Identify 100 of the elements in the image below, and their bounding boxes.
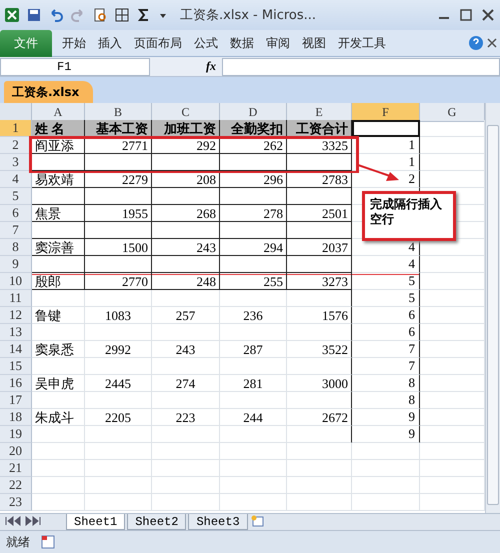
table-cell[interactable]: 1955 xyxy=(85,205,152,222)
table-cell[interactable]: 5 xyxy=(352,290,420,307)
row-header[interactable]: 7 xyxy=(0,222,32,239)
file-button[interactable]: 文件 xyxy=(0,30,52,56)
row-header[interactable]: 16 xyxy=(0,375,32,392)
row-header[interactable]: 12 xyxy=(0,307,32,324)
row-header[interactable]: 1 xyxy=(0,120,32,137)
table-cell[interactable]: 焦景 xyxy=(32,205,85,222)
save-icon[interactable] xyxy=(26,7,42,23)
empty-cell[interactable] xyxy=(152,222,220,239)
row-header[interactable]: 4 xyxy=(0,171,32,188)
table-cell[interactable]: 全勤奖扣 xyxy=(220,120,287,137)
ribbon-tab[interactable]: 插入 xyxy=(92,30,128,56)
formula-input[interactable] xyxy=(222,58,500,76)
table-cell[interactable]: 274 xyxy=(152,375,220,392)
table-cell[interactable]: 6 xyxy=(352,307,420,324)
table-cell[interactable]: 3522 xyxy=(287,341,352,358)
table-cell[interactable]: 姓 名 xyxy=(32,120,85,137)
row-header[interactable]: 19 xyxy=(0,426,32,443)
row-header[interactable]: 17 xyxy=(0,392,32,409)
empty-cell[interactable] xyxy=(220,256,287,273)
row-header[interactable]: 9 xyxy=(0,256,32,273)
row-header[interactable]: 14 xyxy=(0,341,32,358)
table-cell[interactable]: 加班工资 xyxy=(152,120,220,137)
table-cell[interactable]: 6 xyxy=(352,324,420,341)
row-header[interactable]: 15 xyxy=(0,358,32,375)
row-header[interactable]: 5 xyxy=(0,188,32,205)
table-cell[interactable]: 9 xyxy=(352,426,420,443)
empty-cell[interactable] xyxy=(220,188,287,205)
table-cell[interactable]: 1083 xyxy=(85,307,152,324)
ribbon-tab[interactable]: 数据 xyxy=(224,30,260,56)
table-cell[interactable]: 鲁键 xyxy=(32,307,85,324)
table-cell[interactable]: 287 xyxy=(220,341,287,358)
row-header[interactable]: 2 xyxy=(0,137,32,154)
row-header[interactable]: 22 xyxy=(0,477,32,494)
ribbon-tab[interactable]: 公式 xyxy=(188,30,224,56)
table-cell[interactable]: 2501 xyxy=(287,205,352,222)
column-header[interactable]: G xyxy=(420,103,485,122)
table-cell[interactable]: 2205 xyxy=(85,409,152,426)
table-cell[interactable]: 窦淙善 xyxy=(32,239,85,256)
empty-cell[interactable] xyxy=(287,188,352,205)
table-cell[interactable]: 268 xyxy=(152,205,220,222)
table-cell[interactable]: 236 xyxy=(220,307,287,324)
table-cell[interactable]: 2445 xyxy=(85,375,152,392)
table-cell[interactable]: 223 xyxy=(152,409,220,426)
empty-cell[interactable] xyxy=(287,426,352,443)
sheet-tab[interactable]: Sheet2 xyxy=(127,514,186,530)
sheet-tab[interactable]: Sheet1 xyxy=(66,514,126,530)
macro-record-icon[interactable] xyxy=(40,534,56,550)
sheet-tab[interactable]: Sheet3 xyxy=(188,514,248,530)
function-label[interactable]: fx xyxy=(206,59,216,74)
row-header[interactable]: 18 xyxy=(0,409,32,426)
workbook-tab[interactable]: 工资条.xlsx xyxy=(4,81,94,103)
empty-cell[interactable] xyxy=(152,256,220,273)
table-cell[interactable]: 窦泉悉 xyxy=(32,341,85,358)
empty-cell[interactable] xyxy=(287,256,352,273)
ribbon-tab[interactable]: 开始 xyxy=(56,30,92,56)
row-header[interactable]: 23 xyxy=(0,494,32,511)
table-cell[interactable]: 8 xyxy=(352,392,420,409)
row-header[interactable]: 11 xyxy=(0,290,32,307)
help-icon[interactable] xyxy=(468,35,484,51)
empty-cell[interactable] xyxy=(85,188,152,205)
row-header[interactable]: 8 xyxy=(0,239,32,256)
scrollbar-thumb[interactable] xyxy=(487,125,499,505)
ribbon-tab[interactable]: 页面布局 xyxy=(128,30,188,56)
table-icon[interactable] xyxy=(114,7,130,23)
row-header[interactable]: 6 xyxy=(0,205,32,222)
table-cell[interactable]: 朱成斗 xyxy=(32,409,85,426)
table-cell[interactable]: 243 xyxy=(152,341,220,358)
table-cell[interactable]: 294 xyxy=(220,239,287,256)
ribbon-tab[interactable]: 视图 xyxy=(296,30,332,56)
table-cell[interactable]: 基本工资 xyxy=(85,120,152,137)
table-cell[interactable]: 8 xyxy=(352,375,420,392)
table-cell[interactable]: 2992 xyxy=(85,341,152,358)
table-cell[interactable]: 3000 xyxy=(287,375,352,392)
table-cell[interactable]: 1576 xyxy=(287,307,352,324)
row-header[interactable]: 21 xyxy=(0,460,32,477)
empty-cell[interactable] xyxy=(287,222,352,239)
maximize-icon[interactable] xyxy=(458,7,474,23)
row-header[interactable]: 20 xyxy=(0,443,32,460)
selected-cell[interactable] xyxy=(352,120,420,137)
empty-cell[interactable] xyxy=(287,358,352,375)
print-preview-icon[interactable] xyxy=(92,7,108,23)
table-cell[interactable]: 1500 xyxy=(85,239,152,256)
row-header[interactable]: 13 xyxy=(0,324,32,341)
table-cell[interactable]: 工资合计 xyxy=(287,120,352,137)
empty-cell[interactable] xyxy=(85,256,152,273)
table-cell[interactable]: 吴申虎 xyxy=(32,375,85,392)
table-cell[interactable]: 278 xyxy=(220,205,287,222)
name-box[interactable]: F1 xyxy=(0,58,150,76)
empty-cell[interactable] xyxy=(220,222,287,239)
table-cell[interactable]: 244 xyxy=(220,409,287,426)
excel-icon[interactable] xyxy=(4,7,20,23)
table-cell[interactable]: 9 xyxy=(352,409,420,426)
table-cell[interactable]: 7 xyxy=(352,358,420,375)
ribbon-tab[interactable]: 审阅 xyxy=(260,30,296,56)
empty-cell[interactable] xyxy=(287,392,352,409)
empty-cell[interactable] xyxy=(85,222,152,239)
close-icon[interactable] xyxy=(480,7,496,23)
table-cell[interactable]: 281 xyxy=(220,375,287,392)
